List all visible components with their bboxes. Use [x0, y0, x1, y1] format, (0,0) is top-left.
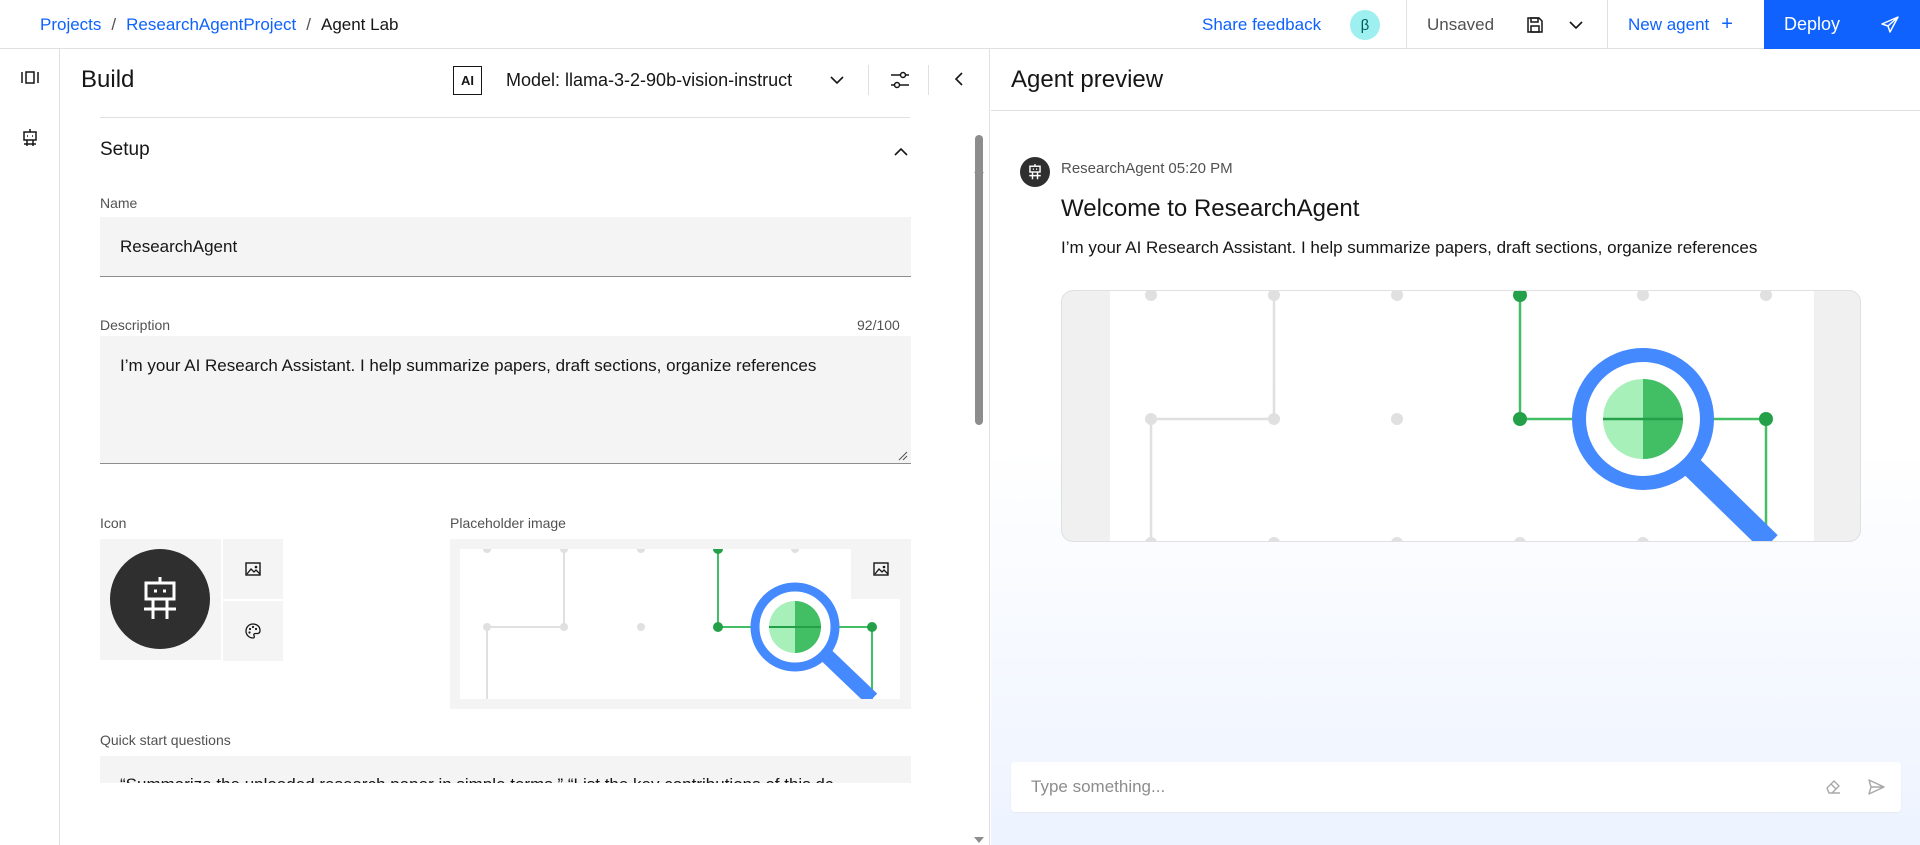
setup-heading[interactable]: Setup — [100, 139, 150, 161]
quick-start-label: Quick start questions — [100, 732, 231, 748]
description-label: Description — [100, 317, 171, 333]
message-sender: ResearchAgent — [1061, 160, 1165, 177]
message-meta: ResearchAgent 05:20 PM — [1061, 160, 1237, 177]
save-icon[interactable] — [1525, 15, 1545, 35]
placeholder-image-preview — [450, 539, 911, 709]
robot-icon — [1029, 164, 1041, 180]
name-field[interactable]: ResearchAgent — [100, 217, 911, 277]
chat-input[interactable]: Type something... — [1011, 762, 1901, 812]
breadcrumb-project[interactable]: ResearchAgentProject — [126, 15, 296, 35]
eraser-icon[interactable] — [1823, 776, 1843, 796]
welcome-image — [1061, 290, 1861, 542]
left-rail — [0, 49, 60, 845]
save-status: Unsaved — [1427, 14, 1495, 34]
breadcrumb: Projects / ResearchAgentProject / Agent … — [40, 0, 399, 49]
illustration-frame — [1110, 291, 1814, 541]
upload-icon-image-button[interactable] — [223, 539, 283, 599]
robot-icon — [144, 577, 176, 619]
scrollbar-thumb[interactable] — [975, 135, 983, 425]
deploy-button[interactable]: Deploy — [1764, 0, 1920, 49]
divider — [100, 117, 910, 118]
description-counter: 92/100 — [857, 317, 900, 333]
agent-avatar — [1020, 157, 1050, 187]
new-agent-button[interactable]: New agent + — [1628, 0, 1733, 49]
build-panel: Build AI Model: llama-3-2-90b-vision-ins… — [60, 49, 990, 845]
upload-placeholder-image-button[interactable] — [851, 539, 911, 599]
breadcrumb-current: Agent Lab — [320, 14, 399, 34]
placeholder-image-label: Placeholder image — [450, 515, 566, 531]
welcome-heading: Welcome to ResearchAgent — [1061, 195, 1360, 222]
icon-label: Icon — [100, 515, 127, 531]
preview-header: Agent preview — [991, 49, 1920, 111]
message-time: 05:20 PM — [1168, 160, 1233, 177]
beta-badge: β — [1350, 10, 1380, 40]
quick-start-questions-field[interactable]: “Summarize the uploaded research paper i… — [100, 756, 911, 783]
divider — [1406, 0, 1407, 49]
send-icon[interactable] — [1866, 777, 1886, 797]
magnifier-illustration — [483, 549, 878, 699]
choose-icon-color-button[interactable] — [223, 601, 283, 661]
palette-icon — [245, 623, 261, 639]
breadcrumb-separator: / — [306, 14, 311, 34]
description-field[interactable]: I’m your AI Research Assistant. I help s… — [100, 336, 911, 464]
resize-handle-icon[interactable] — [898, 451, 908, 461]
preview-title: Agent preview — [1011, 66, 1164, 93]
new-agent-label: New agent — [1628, 14, 1710, 34]
image-icon — [245, 562, 261, 576]
image-icon — [873, 562, 889, 576]
avatar — [110, 549, 210, 649]
name-label: Name — [100, 195, 138, 211]
plus-icon: + — [1721, 13, 1733, 35]
robot-icon[interactable] — [19, 127, 41, 149]
top-bar: Projects / ResearchAgentProject / Agent … — [0, 0, 1920, 49]
divider — [1607, 0, 1608, 49]
deploy-label: Deploy — [1784, 14, 1841, 34]
share-feedback-link[interactable]: Share feedback — [1202, 0, 1321, 49]
send-icon — [1881, 16, 1899, 33]
welcome-message: I’m your AI Research Assistant. I help s… — [1061, 238, 1758, 257]
chevron-up-icon[interactable] — [892, 143, 910, 161]
build-scroll-area[interactable]: Setup Name ResearchAgent Description 92/… — [60, 49, 990, 783]
layers-icon[interactable] — [19, 67, 41, 89]
agent-icon-preview — [100, 539, 221, 660]
magnifier-illustration — [1145, 291, 1778, 541]
placeholder-illustration — [460, 549, 900, 699]
agent-preview-panel: Agent preview ResearchAgent 05:20 PM Welc… — [991, 49, 1920, 845]
breadcrumb-separator: / — [111, 14, 117, 34]
breadcrumb-projects[interactable]: Projects — [40, 15, 101, 35]
chevron-down-icon[interactable] — [1567, 16, 1585, 34]
scroll-down-icon[interactable] — [973, 835, 985, 845]
